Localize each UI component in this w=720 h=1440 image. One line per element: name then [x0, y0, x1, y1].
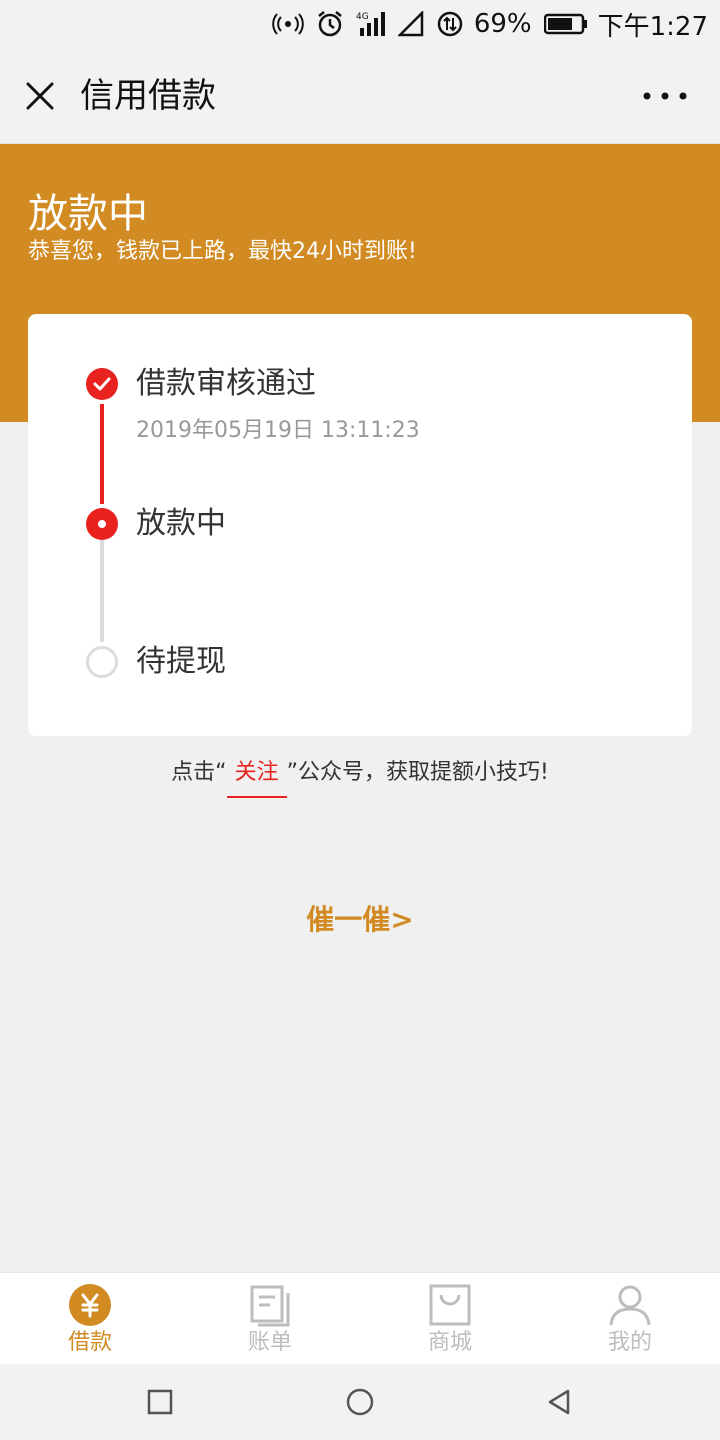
tip-suffix: ”公众号，获取提额小技巧! [286, 760, 549, 785]
urge-button[interactable]: 催一催> [0, 898, 720, 942]
user-icon [608, 1283, 652, 1327]
banner-title: 放款中 [28, 191, 148, 237]
signal-icon: 4G [356, 10, 386, 38]
tab-bill[interactable]: 账单 [180, 1273, 360, 1365]
home-icon[interactable] [344, 1386, 376, 1418]
tip-prefix: 点击“ [171, 760, 227, 785]
back-icon[interactable] [544, 1386, 576, 1418]
timeline-line-done [100, 404, 104, 504]
step-label: 待提现 [136, 644, 226, 679]
step-label: 借款审核通过 [136, 366, 316, 401]
tab-label: 账单 [247, 1330, 292, 1355]
step-time: 2019年05月19日 13:11:23 [136, 418, 420, 443]
yen-icon [68, 1283, 112, 1327]
status-time: 下午1:27 [597, 11, 708, 42]
system-nav-bar [0, 1364, 720, 1440]
data-transfer-icon [436, 10, 464, 38]
more-icon[interactable] [640, 84, 690, 108]
pending-step-icon [86, 646, 118, 678]
tab-label: 我的 [607, 1330, 652, 1355]
step-label: 放款中 [136, 506, 226, 541]
alarm-icon [316, 10, 344, 38]
current-step-icon [86, 508, 118, 540]
tab-mall[interactable]: 商城 [360, 1273, 540, 1365]
tab-label: 借款 [67, 1330, 112, 1355]
banner-subtitle: 恭喜您，钱款已上路，最快24小时到账! [28, 239, 417, 264]
battery-percent: 69% [473, 9, 532, 39]
recent-apps-icon[interactable] [144, 1386, 176, 1418]
tab-label: 商城 [427, 1330, 472, 1355]
close-icon[interactable] [20, 76, 60, 116]
follow-tip: 点击“ 关注 ”公众号，获取提额小技巧! [0, 756, 720, 798]
network-label: 4G [356, 12, 369, 22]
follow-link[interactable]: 关注 [226, 756, 287, 798]
nav-bar: 信用借款 [0, 48, 720, 144]
bill-icon [248, 1283, 292, 1327]
page-title: 信用借款 [80, 76, 216, 116]
hotspot-icon [272, 12, 304, 36]
timeline-line-pending [100, 538, 104, 642]
battery-icon [543, 13, 588, 35]
progress-card: 借款审核通过 2019年05月19日 13:11:23 放款中 待提现 [28, 314, 692, 736]
shopping-bag-icon [428, 1283, 472, 1327]
tab-bar: 借款 账单 商城 我的 [0, 1272, 720, 1365]
tab-mine[interactable]: 我的 [540, 1273, 720, 1365]
status-bar: 4G 69% 下午1:27 [0, 0, 720, 48]
tab-loan[interactable]: 借款 [0, 1273, 180, 1365]
check-icon [86, 368, 118, 400]
signal-empty-icon [397, 11, 424, 37]
